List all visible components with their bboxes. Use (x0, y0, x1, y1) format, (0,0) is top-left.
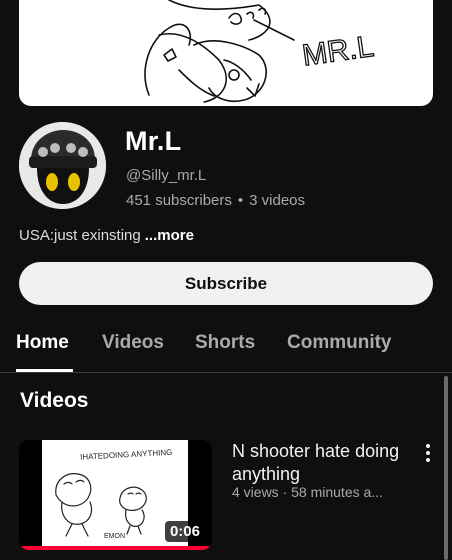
thumbnail-label: EMON (104, 533, 125, 540)
video-title[interactable]: N shooter hate doing anything (232, 440, 417, 486)
channel-avatar[interactable] (19, 122, 106, 209)
channel-stats: 451 subscribers • 3 videos (126, 192, 305, 209)
tab-community[interactable]: Community (287, 332, 392, 354)
avatar-image (19, 122, 106, 209)
banner-logo-text: MR.L (300, 30, 376, 73)
subscribe-button[interactable]: Subscribe (19, 262, 433, 305)
watch-progress-bar (19, 546, 212, 550)
section-title-videos: Videos (20, 389, 89, 412)
channel-banner: MR.L (19, 0, 433, 106)
channel-name: Mr.L (125, 126, 182, 156)
description-text: USA:just exinsting (19, 227, 141, 244)
scrollbar[interactable] (444, 376, 448, 560)
channel-tabs: Home Videos Shorts Community (0, 322, 452, 373)
stats-separator: • (237, 192, 244, 209)
video-thumbnail[interactable]: IHATEDOING ANYTHING EMON 0:06 (19, 440, 212, 550)
video-meta: 4 views · 58 minutes a... (232, 484, 383, 500)
channel-description: USA:just exinsting ...more (19, 227, 194, 244)
active-tab-indicator (16, 369, 73, 372)
thumbnail-caption: IHATEDOING ANYTHING (80, 448, 173, 462)
more-options-icon[interactable] (420, 442, 436, 464)
tab-shorts[interactable]: Shorts (195, 332, 255, 354)
banner-doodle: MR.L (144, 0, 377, 103)
channel-handle: @Silly_mr.L (126, 167, 207, 184)
more-link[interactable]: ...more (145, 227, 194, 244)
video-count: 3 videos (249, 192, 306, 209)
tab-home[interactable]: Home (16, 332, 69, 354)
subscriber-count: 451 subscribers (126, 192, 232, 209)
tab-videos[interactable]: Videos (102, 332, 164, 354)
duration-badge: 0:06 (164, 521, 205, 542)
